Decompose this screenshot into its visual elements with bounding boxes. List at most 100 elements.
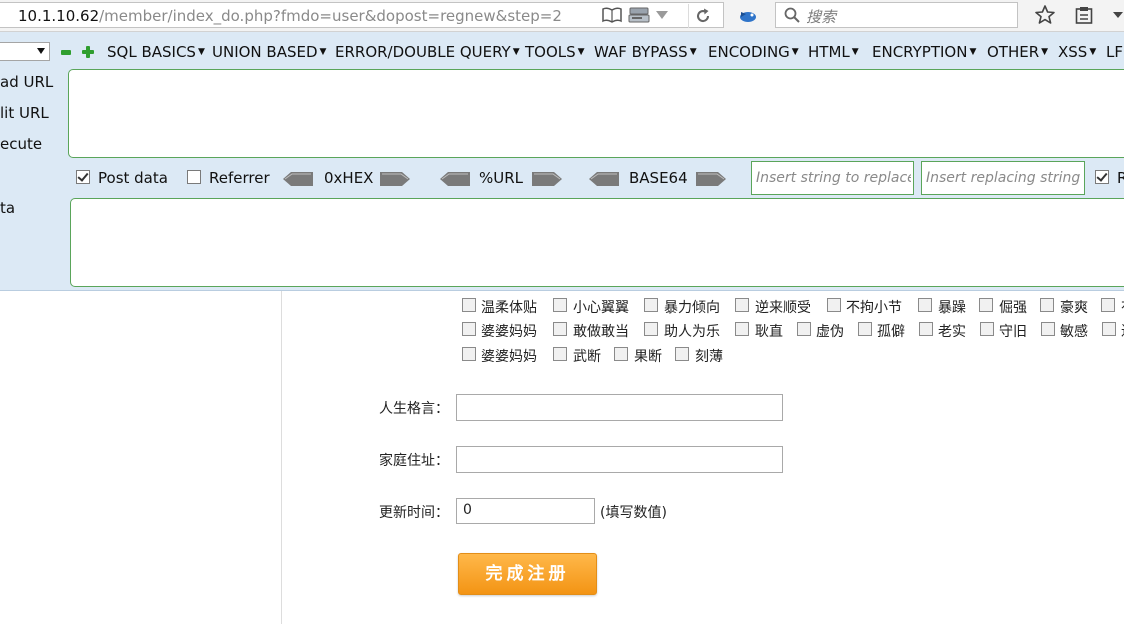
menu-xss[interactable]: XSS ▼ (1058, 43, 1096, 61)
update-time-hint: (填写数值) (600, 505, 667, 521)
trait-checkbox[interactable] (644, 298, 658, 312)
hackbar-select[interactable] (0, 42, 50, 61)
menu-other[interactable]: OTHER ▼ (987, 43, 1048, 61)
trait-checkbox[interactable] (858, 322, 872, 336)
hex-label: 0xHEX (324, 169, 374, 187)
menu-union-based[interactable]: UNION BASED ▼ (212, 43, 326, 61)
url-host: 10.1.10.62 (18, 7, 100, 25)
hex-decode-left-arrow-icon[interactable] (283, 171, 313, 190)
trait-checkbox[interactable] (644, 322, 658, 336)
referrer-checkbox-label: Referrer (209, 169, 270, 187)
post-data-checkbox-label: Post data (98, 169, 168, 187)
replacing-string-placeholder: Insert replacing string (926, 170, 1081, 186)
replace-all-label: R (1117, 169, 1124, 187)
menu-html[interactable]: HTML ▼ (808, 43, 859, 61)
trait-checkbox[interactable] (918, 298, 932, 312)
base64-encode-right-arrow-icon[interactable] (696, 171, 726, 190)
trait-checkbox[interactable] (735, 322, 749, 336)
trait-checkbox[interactable] (979, 298, 993, 312)
trait-label: 不拘小节 (846, 300, 902, 316)
trait-label: 暴力倾向 (664, 300, 720, 316)
hackbar-panel: SQL BASICS ▼ UNION BASED ▼ ERROR/DOUBLE QU… (0, 32, 1124, 291)
trait-checkbox[interactable] (553, 322, 567, 336)
home-address-label: 家庭住址： (379, 453, 449, 469)
referrer-checkbox[interactable] (187, 170, 201, 184)
url-encode-right-arrow-icon[interactable] (532, 171, 562, 190)
menu-label: WAF BYPASS (594, 43, 688, 61)
trait-checkbox[interactable] (553, 298, 567, 312)
browser-toolbar: 10.1.10.62/member/index_do.php?fmdo=user… (0, 0, 1124, 32)
caret-icon: ▼ (791, 47, 799, 57)
trait-checkbox[interactable] (553, 347, 567, 361)
update-time-input[interactable]: 0 (456, 498, 595, 524)
trait-checkbox[interactable] (1102, 322, 1116, 336)
load-url-button[interactable]: ad URL (0, 73, 53, 91)
replace-all-checkbox[interactable] (1095, 170, 1109, 184)
trait-checkbox[interactable] (980, 322, 994, 336)
search-field[interactable]: 搜索 (775, 2, 1018, 28)
menu-encryption[interactable]: ENCRYPTION ▼ (872, 43, 976, 61)
trait-label: 婆婆妈妈 (481, 324, 537, 340)
menu-label: TOOLS (525, 43, 576, 61)
menu-lfi[interactable]: LFI (1106, 43, 1124, 61)
search-placeholder: 搜索 (806, 8, 837, 26)
trait-checkbox[interactable] (827, 298, 841, 312)
caret-icon: ▼ (1041, 47, 1049, 57)
minus-icon[interactable] (60, 48, 72, 56)
execute-button[interactable]: ecute (0, 135, 42, 153)
dropdown-icon[interactable] (655, 9, 669, 21)
extension-icon[interactable] (737, 7, 759, 25)
trait-checkbox[interactable] (462, 322, 476, 336)
home-address-input[interactable] (456, 446, 783, 473)
split-url-button[interactable]: lit URL (0, 104, 49, 122)
chevron-down-icon[interactable] (1112, 10, 1124, 20)
trait-checkbox[interactable] (797, 322, 811, 336)
plus-icon[interactable] (81, 45, 95, 59)
replace-string-input[interactable]: Insert string to replace (751, 161, 914, 195)
trait-checkbox[interactable] (735, 298, 749, 312)
trait-label: 守旧 (999, 324, 1027, 340)
save-icon[interactable] (628, 5, 650, 25)
caret-icon: ▼ (851, 47, 859, 57)
trait-label: 刻薄 (695, 349, 723, 365)
url-path: /member/index_do.php?fmdo=user&dopost=re… (99, 7, 562, 25)
post-data-textarea[interactable] (70, 198, 1124, 287)
url-textarea[interactable] (68, 69, 1124, 158)
trait-checkbox[interactable] (1040, 298, 1054, 312)
trait-label: 敏感 (1060, 324, 1088, 340)
trait-checkbox[interactable] (614, 347, 628, 361)
url-decode-left-arrow-icon[interactable] (440, 171, 470, 190)
caret-icon: ▼ (1089, 47, 1097, 57)
trait-checkbox[interactable] (462, 298, 476, 312)
trait-label: 小心翼翼 (573, 300, 629, 316)
reader-icon[interactable] (602, 6, 622, 24)
base64-decode-left-arrow-icon[interactable] (589, 171, 619, 190)
url-text[interactable]: 10.1.10.62/member/index_do.php?fmdo=user… (18, 7, 562, 25)
bookmark-star-icon[interactable] (1034, 4, 1056, 26)
trait-checkbox[interactable] (1101, 298, 1115, 312)
url-encode-label: %URL (479, 169, 524, 187)
motto-input[interactable] (456, 394, 783, 421)
replacing-string-input[interactable]: Insert replacing string (921, 161, 1085, 195)
complete-registration-button[interactable]: 完成注册 (458, 553, 597, 595)
menu-encoding[interactable]: ENCODING ▼ (708, 43, 799, 61)
motto-label: 人生格言： (379, 401, 449, 417)
reload-icon[interactable] (688, 4, 717, 28)
menu-label: UNION BASED (212, 43, 318, 61)
trait-checkbox[interactable] (462, 347, 476, 361)
trait-label: 孤僻 (877, 324, 905, 340)
trait-checkbox[interactable] (1041, 322, 1055, 336)
menu-sql-basics[interactable]: SQL BASICS ▼ (107, 43, 205, 61)
menu-tools[interactable]: TOOLS ▼ (525, 43, 585, 61)
hex-encode-right-arrow-icon[interactable] (380, 171, 410, 190)
trait-checkbox[interactable] (919, 322, 933, 336)
post-data-label: ta (0, 199, 16, 217)
select-arrow-icon (37, 48, 45, 54)
trait-checkbox[interactable] (675, 347, 689, 361)
post-data-checkbox[interactable] (76, 170, 90, 184)
menu-waf-bypass[interactable]: WAF BYPASS ▼ (594, 43, 697, 61)
trait-label: 暴躁 (938, 300, 966, 316)
bookmarks-list-icon[interactable] (1073, 5, 1095, 25)
replace-string-placeholder: Insert string to replace (756, 170, 911, 186)
menu-error-double-query[interactable]: ERROR/DOUBLE QUERY ▼ (335, 43, 520, 61)
